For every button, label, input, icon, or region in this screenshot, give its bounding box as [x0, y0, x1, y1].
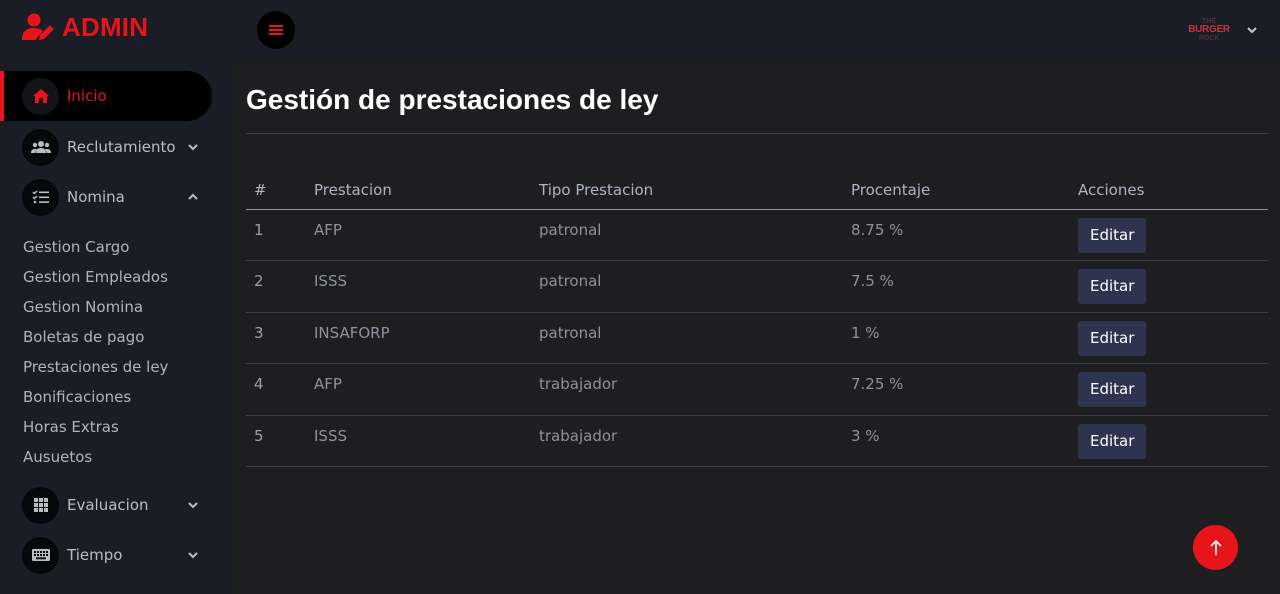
- chevron-up-icon: [188, 193, 198, 200]
- sidebar-item-reclutamiento[interactable]: Reclutamiento: [0, 122, 212, 172]
- cell-prestacion: ISSS: [314, 272, 347, 291]
- table-row: 5 ISSS trabajador 3 % Editar: [246, 415, 1268, 467]
- cell-prestacion: AFP: [314, 220, 342, 239]
- sidebar-item-label: Inicio: [67, 87, 107, 105]
- grid-icon: [22, 486, 59, 524]
- edit-button[interactable]: Editar: [1078, 269, 1147, 305]
- chevron-down-icon: [188, 502, 198, 509]
- chevron-down-icon[interactable]: [1245, 23, 1259, 37]
- cell-num: 1: [254, 220, 264, 239]
- avatar-line: BURGER: [1188, 24, 1230, 35]
- cell-prestacion: AFP: [314, 375, 342, 394]
- cell-tipo: trabajador: [539, 426, 618, 445]
- cell-tipo: patronal: [539, 323, 602, 342]
- cell-tipo: patronal: [539, 220, 602, 239]
- chevron-down-icon: [188, 144, 198, 151]
- sidebar-item-label: Reclutamiento: [67, 138, 176, 156]
- edit-button[interactable]: Editar: [1078, 217, 1147, 253]
- hamburger-icon: [269, 25, 283, 35]
- table-row: 1 AFP patronal 8.75 % Editar: [246, 209, 1268, 261]
- submenu-item-prestaciones-de-ley[interactable]: Prestaciones de ley: [23, 358, 168, 376]
- cell-acciones: Editar: [1078, 415, 1268, 467]
- topbar: [234, 0, 1280, 60]
- cell-num: 3: [254, 323, 264, 342]
- cell-porcentaje: 3 %: [851, 426, 880, 445]
- cell-prestacion: ISSS: [314, 426, 347, 445]
- cell-porcentaje: 8.75 %: [851, 220, 904, 239]
- table-header-row: # Prestacion Tipo Prestacion Procentaje …: [246, 171, 1268, 210]
- submenu-item-bonificaciones[interactable]: Bonificaciones: [23, 388, 131, 406]
- cell-tipo: patronal: [539, 272, 602, 291]
- cell-num: 4: [254, 375, 264, 394]
- home-icon: [22, 77, 59, 115]
- avatar-line: ROCK: [1198, 35, 1220, 42]
- column-header-porcentaje: Procentaje: [851, 171, 1078, 210]
- submenu-item-gestion-cargo[interactable]: Gestion Cargo: [23, 238, 129, 256]
- edit-button[interactable]: Editar: [1078, 320, 1147, 356]
- column-header-prestacion: Prestacion: [314, 171, 539, 210]
- column-header-tipo: Tipo Prestacion: [539, 171, 851, 210]
- cell-tipo: trabajador: [539, 375, 618, 394]
- edit-button[interactable]: Editar: [1078, 423, 1147, 459]
- sidebar: ADMIN Inicio Reclutamiento Nomina Gestio…: [0, 0, 234, 594]
- divider: [246, 133, 1268, 134]
- user-edit-icon: [22, 13, 54, 40]
- prestaciones-table: # Prestacion Tipo Prestacion Procentaje …: [246, 171, 1268, 467]
- submenu-item-gestion-nomina[interactable]: Gestion Nomina: [23, 298, 143, 316]
- cell-num: 2: [254, 272, 264, 291]
- sidebar-item-inicio[interactable]: Inicio: [0, 71, 212, 121]
- list-check-icon: [22, 178, 59, 216]
- brand-title: ADMIN: [62, 11, 149, 42]
- cell-porcentaje: 7.25 %: [851, 375, 904, 394]
- submenu-item-boletas-de-pago[interactable]: Boletas de pago: [23, 328, 144, 346]
- column-header-num: #: [246, 171, 314, 210]
- cell-acciones: Editar: [1078, 261, 1268, 313]
- sidebar-item-evaluacion[interactable]: Evaluacion: [0, 480, 212, 530]
- keyboard-icon: [22, 536, 59, 574]
- submenu-item-ausuetos[interactable]: Ausuetos: [23, 448, 92, 466]
- cell-acciones: Editar: [1078, 364, 1268, 416]
- edit-button[interactable]: Editar: [1078, 372, 1147, 408]
- sidebar-item-nomina[interactable]: Nomina: [0, 172, 212, 222]
- cell-acciones: Editar: [1078, 312, 1268, 364]
- submenu-item-gestion-empleados[interactable]: Gestion Empleados: [23, 268, 168, 286]
- sidebar-item-label: Nomina: [67, 188, 125, 206]
- user-avatar[interactable]: THE BURGER ROCK: [1188, 14, 1230, 46]
- cell-porcentaje: 7.5 %: [851, 272, 894, 291]
- table-row: 4 AFP trabajador 7.25 % Editar: [246, 364, 1268, 416]
- chevron-down-icon: [188, 552, 198, 559]
- cell-prestacion: INSAFORP: [314, 323, 390, 342]
- cell-num: 5: [254, 426, 264, 445]
- sidebar-item-label: Evaluacion: [67, 496, 149, 514]
- submenu-item-horas-extras[interactable]: Horas Extras: [23, 418, 119, 436]
- sidebar-toggle-button[interactable]: [257, 11, 295, 49]
- sidebar-item-label: Tiempo: [67, 546, 123, 564]
- arrow-up-icon: [1209, 539, 1222, 555]
- scroll-to-top-button[interactable]: [1193, 525, 1238, 570]
- page-title: Gestión de prestaciones de ley: [246, 84, 659, 115]
- cell-acciones: Editar: [1078, 209, 1268, 261]
- users-icon: [22, 128, 59, 166]
- cell-porcentaje: 1 %: [851, 323, 880, 342]
- column-header-acciones: Acciones: [1078, 171, 1268, 210]
- brand-logo[interactable]: ADMIN: [22, 12, 148, 42]
- table-row: 2 ISSS patronal 7.5 % Editar: [246, 261, 1268, 313]
- table-row: 3 INSAFORP patronal 1 % Editar: [246, 312, 1268, 364]
- sidebar-item-tiempo[interactable]: Tiempo: [0, 530, 212, 580]
